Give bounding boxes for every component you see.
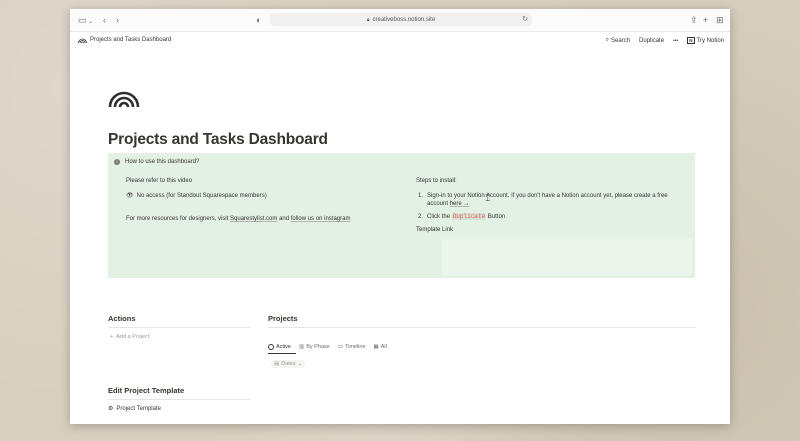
projects-heading: Projects xyxy=(268,314,298,323)
eye-icon: 👁︎ xyxy=(126,193,134,199)
try-notion-button[interactable]: N Try Notion xyxy=(687,37,724,44)
text-cursor-icon: ⌶ xyxy=(485,193,491,203)
resources-mid: and xyxy=(277,216,291,222)
tab-all[interactable]: ▦ All xyxy=(374,344,387,350)
step-2-prefix: Click the xyxy=(427,214,452,220)
chevron-down-icon[interactable]: ⌄ xyxy=(88,16,93,28)
refer-video-text: Please refer to this video xyxy=(126,178,193,184)
page-content: Projects and Tasks Dashboard i How to us… xyxy=(108,89,696,412)
tab-active[interactable]: Active xyxy=(268,344,291,350)
tab-timeline[interactable]: ▭ Timeline xyxy=(338,344,366,350)
callout-heading-text: How to use this dashboard? xyxy=(125,159,200,165)
add-project-label: Add a Project xyxy=(116,334,150,340)
browser-toolbar: ▭ ⌄ ‹ › ◐ 🔒︎ creativeboss.notion.site ↻ … xyxy=(70,9,730,32)
tab-timeline-label: Timeline xyxy=(344,344,366,350)
back-icon[interactable]: ‹ xyxy=(103,14,106,26)
new-tab-icon[interactable]: + xyxy=(703,14,708,26)
actions-divider xyxy=(108,327,250,328)
address-bar[interactable]: 🔒︎ creativeboss.notion.site ↻ xyxy=(270,13,532,26)
breadcrumb[interactable]: Projects and Tasks Dashboard xyxy=(78,37,171,43)
tab-overview-icon[interactable]: ⊞ xyxy=(716,14,724,26)
no-access-row: 👁︎ No access (for Standout Squarespace m… xyxy=(126,192,396,200)
dates-filter-label: Dates xyxy=(281,361,296,367)
duplicate-button[interactable]: Duplicate xyxy=(639,38,664,44)
step-2-text: Click the Duplicate Button xyxy=(427,213,505,221)
dates-filter[interactable]: ▤ Dates ⌄ xyxy=(271,360,306,368)
try-notion-label: Try Notion xyxy=(696,37,724,44)
share-icon[interactable]: ⇪ xyxy=(690,14,698,26)
instructions-callout: i How to use this dashboard? Please refe… xyxy=(108,153,695,278)
tab-by-phase[interactable]: ▥ By Phase xyxy=(299,344,330,350)
step-2: 2. Click the Duplicate Button xyxy=(416,213,686,221)
step-1: 1. Sign-in to your Notion Account. If yo… xyxy=(416,192,686,208)
projects-view-tabs: Active ▥ By Phase ▭ Timeline ▦ All xyxy=(268,344,387,350)
project-template-label: Project Template xyxy=(116,405,161,412)
callout-heading: i How to use this dashboard? xyxy=(114,159,199,165)
tab-all-label: All xyxy=(380,344,387,350)
squarestylist-link[interactable]: Squarestylist.com xyxy=(230,216,277,222)
plus-icon: + xyxy=(110,334,114,340)
notion-logo-icon: N xyxy=(687,37,695,44)
edit-template-divider xyxy=(108,399,250,400)
timeline-icon: ▭ xyxy=(337,344,343,350)
table-icon: ▦ xyxy=(373,344,379,350)
template-icon: ⚙︎ xyxy=(108,406,114,412)
callout-left-column: Please refer to this video 👁︎ No access … xyxy=(126,177,396,230)
search-icon: ⌕ xyxy=(605,37,609,43)
sidebar-toggle-icon[interactable]: ▭ xyxy=(78,14,87,26)
notion-topbar: Projects and Tasks Dashboard ⌕ Search Du… xyxy=(70,32,730,50)
browser-window: ▭ ⌄ ‹ › ◐ 🔒︎ creativeboss.notion.site ↻ … xyxy=(70,9,730,424)
tab-by-phase-label: By Phase xyxy=(306,344,330,350)
duplicate-code: Duplicate xyxy=(451,213,487,220)
actions-heading: Actions xyxy=(108,314,136,323)
page-title: Projects and Tasks Dashboard xyxy=(108,131,328,148)
no-access-text: No access (for Standout Squarespace memb… xyxy=(136,193,267,199)
rainbow-icon xyxy=(78,38,87,43)
calendar-icon: ▤ xyxy=(274,361,280,367)
board-icon: ▥ xyxy=(298,344,305,350)
breadcrumb-page-name: Projects and Tasks Dashboard xyxy=(90,37,172,43)
active-tab-underline xyxy=(268,353,296,355)
step-2-suffix: Button xyxy=(486,214,506,220)
add-project-button[interactable]: + Add a Project xyxy=(110,334,149,340)
projects-divider xyxy=(268,327,696,328)
steps-title: Steps to install: xyxy=(416,178,457,184)
project-template-link[interactable]: ⚙︎ Project Template xyxy=(108,405,161,413)
more-options-button[interactable]: ••• xyxy=(673,38,678,44)
rainbow-page-icon[interactable] xyxy=(108,89,140,107)
template-link[interactable]: Template Link xyxy=(416,226,686,234)
privacy-shield-icon[interactable]: ◐ xyxy=(256,14,261,26)
step-1-text: Sign-in to your Notion Account. If you d… xyxy=(427,192,686,208)
create-account-link[interactable]: here → xyxy=(450,201,470,207)
callout-right-column: Steps to install: 1. Sign-in to your Not… xyxy=(416,177,686,241)
address-url: creativeboss.notion.site xyxy=(372,16,436,23)
embed-placeholder xyxy=(442,239,692,275)
resources-text: For more resources for designers, visit … xyxy=(126,215,396,223)
edit-template-heading: Edit Project Template xyxy=(108,386,185,395)
lock-icon: 🔒︎ xyxy=(366,16,370,23)
info-icon: i xyxy=(114,159,120,165)
search-button[interactable]: ⌕ Search xyxy=(606,37,630,44)
resources-prefix: For more resources for designers, visit xyxy=(126,216,231,222)
step-1-number: 1. xyxy=(418,193,424,199)
step-2-number: 2. xyxy=(418,214,424,220)
forward-icon[interactable]: › xyxy=(116,14,119,26)
reload-icon[interactable]: ↻ xyxy=(522,15,528,23)
instagram-link[interactable]: follow us on instagram xyxy=(291,216,351,222)
tab-active-label: Active xyxy=(276,344,291,350)
target-icon xyxy=(268,344,274,350)
chevron-down-icon: ⌄ xyxy=(297,361,303,367)
search-label: Search xyxy=(611,37,631,44)
